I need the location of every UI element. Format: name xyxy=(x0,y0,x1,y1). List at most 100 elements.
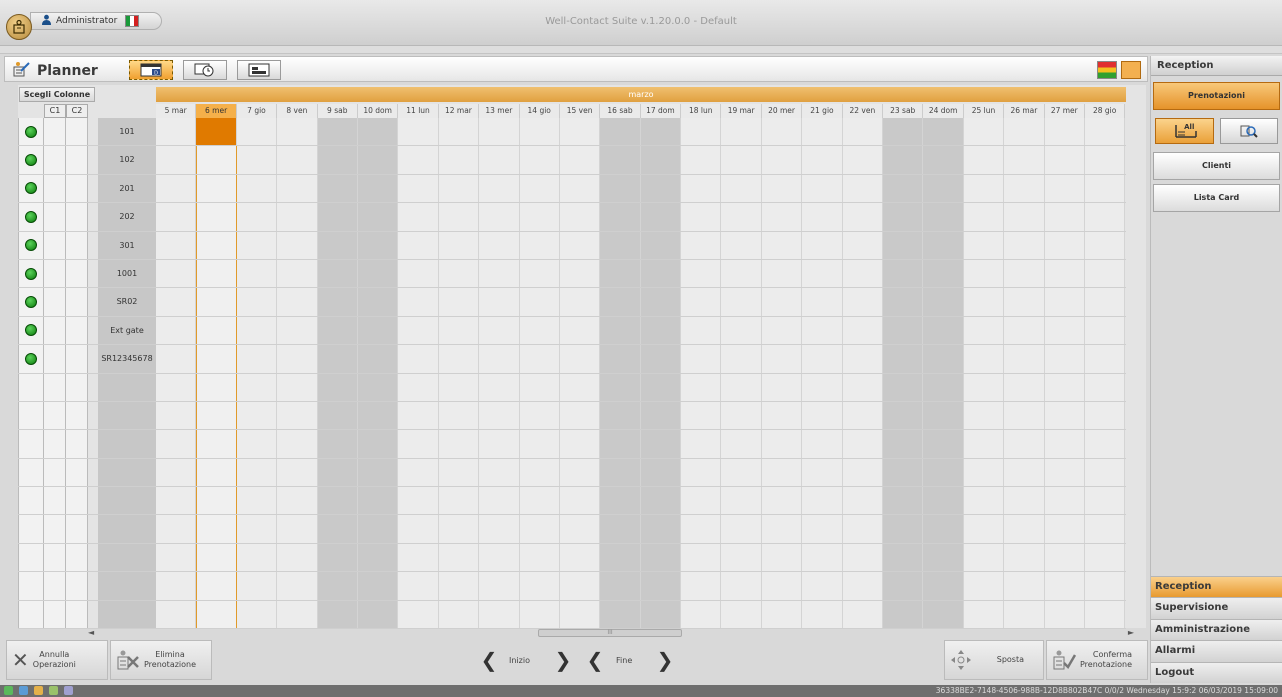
day-header[interactable]: 17 dom xyxy=(640,104,682,118)
day-cell[interactable] xyxy=(156,174,197,203)
day-cell[interactable] xyxy=(1044,316,1085,345)
day-cell[interactable] xyxy=(923,401,964,430)
day-cell[interactable] xyxy=(883,543,924,572)
day-cell[interactable] xyxy=(479,543,520,572)
day-cell[interactable] xyxy=(963,345,1005,373)
day-cell[interactable] xyxy=(236,600,278,629)
room-name[interactable]: SR02 xyxy=(98,288,156,316)
day-cell[interactable] xyxy=(317,174,358,203)
day-cell[interactable] xyxy=(842,288,884,316)
day-cell[interactable] xyxy=(479,373,520,401)
day-cell[interactable] xyxy=(721,600,762,629)
day-cell[interactable] xyxy=(559,543,601,572)
day-cell[interactable] xyxy=(357,345,399,373)
day-cell[interactable] xyxy=(721,401,762,430)
day-cell[interactable] xyxy=(761,458,803,487)
day-cell[interactable] xyxy=(761,345,803,373)
day-cell[interactable] xyxy=(963,430,1005,458)
day-cell[interactable] xyxy=(519,373,560,401)
day-cell[interactable] xyxy=(317,487,358,515)
day-cell[interactable] xyxy=(640,487,682,515)
day-cell[interactable] xyxy=(156,259,197,288)
day-cell[interactable] xyxy=(559,430,601,458)
day-cell[interactable] xyxy=(1044,288,1085,316)
day-cell[interactable] xyxy=(1084,373,1126,401)
day-cell[interactable] xyxy=(559,373,601,401)
day-cell[interactable] xyxy=(963,572,1005,600)
day-cell[interactable] xyxy=(357,203,399,231)
day-cell[interactable] xyxy=(681,316,722,345)
day-cell[interactable] xyxy=(802,345,843,373)
day-cell[interactable] xyxy=(1004,515,1045,543)
day-cell[interactable] xyxy=(317,118,358,146)
day-header[interactable]: 28 gio xyxy=(1084,104,1126,118)
day-cell[interactable] xyxy=(1004,118,1045,146)
day-cell[interactable] xyxy=(519,288,560,316)
day-cell[interactable] xyxy=(559,458,601,487)
day-header[interactable]: 11 lun xyxy=(398,104,439,118)
room-name[interactable]: SR12345678 xyxy=(98,345,156,373)
day-cell[interactable] xyxy=(1004,373,1045,401)
day-header[interactable]: 18 lun xyxy=(681,104,722,118)
day-cell[interactable] xyxy=(681,288,722,316)
day-cell[interactable] xyxy=(438,345,480,373)
day-cell[interactable] xyxy=(317,203,358,231)
day-cell[interactable] xyxy=(640,458,682,487)
day-cell[interactable] xyxy=(1044,487,1085,515)
day-cell[interactable] xyxy=(438,373,480,401)
day-cell[interactable] xyxy=(600,458,641,487)
day-cell[interactable] xyxy=(681,345,722,373)
day-cell[interactable] xyxy=(156,572,197,600)
day-cell[interactable] xyxy=(156,118,197,146)
day-cell[interactable] xyxy=(479,430,520,458)
day-cell[interactable] xyxy=(196,174,237,203)
day-cell[interactable] xyxy=(883,345,924,373)
day-cell[interactable] xyxy=(479,487,520,515)
day-cell[interactable] xyxy=(842,203,884,231)
day-cell[interactable] xyxy=(398,288,439,316)
room-status-cell[interactable] xyxy=(18,288,44,316)
day-cell[interactable] xyxy=(196,373,237,401)
day-cell[interactable] xyxy=(559,515,601,543)
day-cell[interactable] xyxy=(842,515,884,543)
day-cell[interactable] xyxy=(600,231,641,259)
day-cell[interactable] xyxy=(519,174,560,203)
day-cell[interactable] xyxy=(681,401,722,430)
day-cell[interactable] xyxy=(923,118,964,146)
day-cell[interactable] xyxy=(923,231,964,259)
day-cell[interactable] xyxy=(317,231,358,259)
day-cell[interactable] xyxy=(519,458,560,487)
day-cell[interactable] xyxy=(479,259,520,288)
day-cell[interactable] xyxy=(196,572,237,600)
day-cell[interactable] xyxy=(357,600,399,629)
day-cell[interactable] xyxy=(721,288,762,316)
day-cell[interactable] xyxy=(923,259,964,288)
day-cell[interactable] xyxy=(277,316,318,345)
day-cell[interactable] xyxy=(519,118,560,146)
delete-booking-button[interactable]: Elimina Prenotazione xyxy=(110,640,212,680)
day-cell[interactable] xyxy=(802,430,843,458)
day-cell[interactable] xyxy=(802,373,843,401)
day-cell[interactable] xyxy=(236,572,278,600)
day-cell[interactable] xyxy=(600,373,641,401)
day-cell[interactable] xyxy=(357,572,399,600)
day-cell[interactable] xyxy=(1004,543,1045,572)
day-cell[interactable] xyxy=(681,572,722,600)
day-cell[interactable] xyxy=(761,203,803,231)
day-cell[interactable] xyxy=(317,458,358,487)
day-cell[interactable] xyxy=(721,174,762,203)
day-cell[interactable] xyxy=(438,203,480,231)
day-cell[interactable] xyxy=(681,146,722,174)
day-cell[interactable] xyxy=(559,600,601,629)
day-cell[interactable] xyxy=(277,118,318,146)
room-status-cell[interactable] xyxy=(18,316,44,345)
day-cell[interactable] xyxy=(761,487,803,515)
day-cell[interactable] xyxy=(640,174,682,203)
day-cell[interactable] xyxy=(559,146,601,174)
day-cell[interactable] xyxy=(1004,146,1045,174)
day-cell[interactable] xyxy=(923,600,964,629)
day-cell[interactable] xyxy=(802,543,843,572)
day-cell[interactable] xyxy=(923,345,964,373)
day-header[interactable]: 15 ven xyxy=(559,104,601,118)
day-cell[interactable] xyxy=(842,373,884,401)
